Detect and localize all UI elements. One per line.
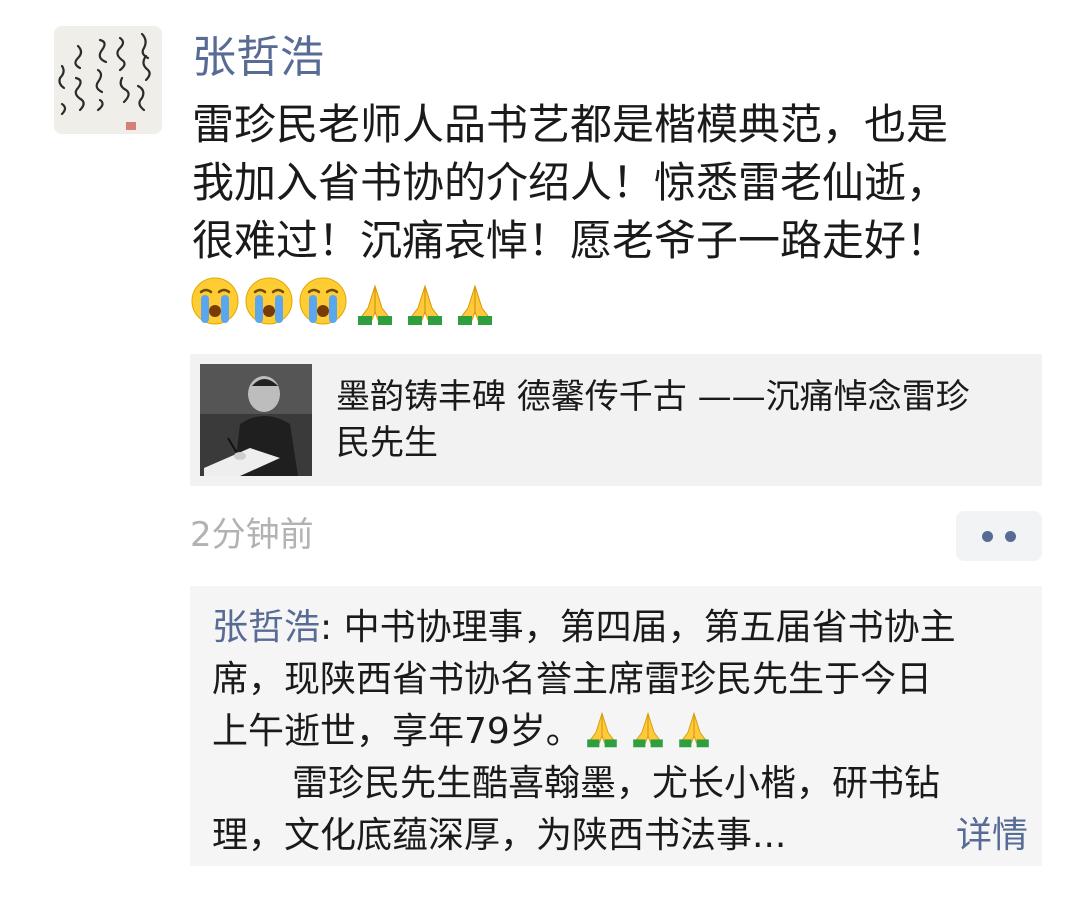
crying-face-icon [191, 277, 239, 325]
comment-text: 中书协理事，第四届，第五届省书协主 [343, 607, 956, 648]
comment-separator: : [320, 607, 344, 648]
comment-line: 上午逝世，享年79岁。 [212, 706, 1038, 758]
post-text-line: 我加入省书协的介绍人！惊悉雷老仙逝， [192, 158, 949, 207]
dot-icon [982, 530, 993, 542]
crying-face-icon [245, 277, 293, 325]
comment-line: 席，现陕西省书协名誉主席雷珍民先生于今日 [212, 659, 933, 700]
folded-hands-icon [408, 284, 442, 325]
shared-article-card[interactable]: 墨韵铸丰碑 德馨传千古 ——沉痛悼念雷珍 民先生 [190, 354, 1042, 486]
comment-line: 雷珍民先生酷喜翰墨，尤长小楷，研书钻 [292, 763, 941, 804]
post-text-line: 雷珍民老师人品书艺都是楷模典范，也是 [192, 100, 949, 149]
comment-text: 上午逝世，享年79岁。 [212, 711, 582, 752]
folded-hands-icon [587, 711, 617, 748]
more-actions-button[interactable] [956, 511, 1042, 561]
comment-line: 张哲浩: 中书协理事，第四届，第五届省书协主 [212, 602, 1038, 654]
article-title-line: 民先生 [336, 423, 438, 463]
folded-hands-icon [458, 284, 492, 325]
crying-face-icon [299, 277, 347, 325]
comments-section: 张哲浩: 中书协理事，第四届，第五届省书协主 席，现陕西省书协名誉主席雷珍民先生… [190, 586, 1042, 866]
article-thumbnail [200, 364, 312, 476]
comment-item[interactable]: 张哲浩: 中书协理事，第四届，第五届省书协主 席，现陕西省书协名誉主席雷珍民先生… [212, 602, 1038, 862]
post-emoji-row [190, 276, 498, 326]
post-text-line: 很难过！沉痛哀悼！愿老爷子一路走好！ [192, 216, 949, 265]
folded-hands-icon [633, 711, 663, 748]
post-text: 雷珍民老师人品书艺都是楷模典范，也是 我加入省书协的介绍人！惊悉雷老仙逝， 很难… [192, 96, 1032, 270]
folded-hands-icon [679, 711, 709, 748]
comment-line: 理，文化底蕴深厚，为陕西书法事... [212, 815, 787, 856]
post-author-name[interactable]: 张哲浩 [192, 30, 324, 86]
folded-hands-icon [358, 284, 392, 325]
dot-icon [1005, 530, 1016, 542]
calligraphy-avatar-image [54, 26, 162, 134]
comment-author-name[interactable]: 张哲浩 [212, 607, 320, 648]
avatar[interactable] [54, 26, 162, 134]
article-title-line: 墨韵铸丰碑 德馨传千古 ——沉痛悼念雷珍 [336, 377, 970, 417]
post-timestamp: 2分钟前 [190, 515, 314, 555]
shared-article-title: 墨韵铸丰碑 德馨传千古 ——沉痛悼念雷珍 民先生 [336, 374, 1036, 466]
portrait-photo-image [200, 364, 312, 476]
detail-link[interactable]: 详情 [956, 810, 1028, 862]
